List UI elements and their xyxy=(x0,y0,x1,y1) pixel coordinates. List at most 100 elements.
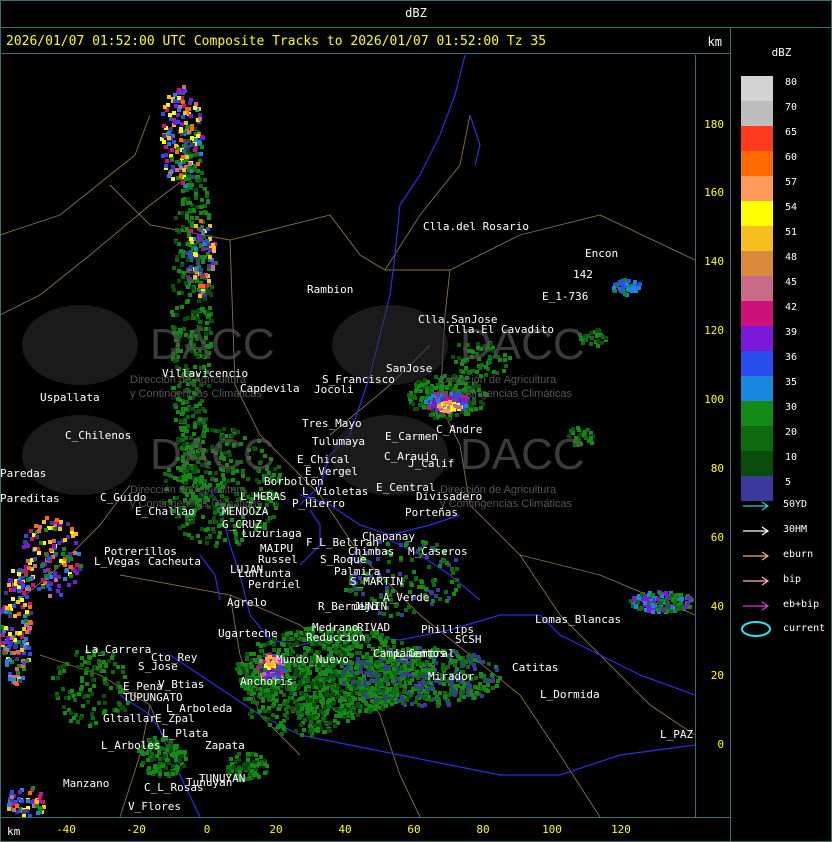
echo-pixel xyxy=(282,637,286,641)
unit-header-label: dBZ xyxy=(405,6,427,20)
y-tick-label: 160 xyxy=(704,186,724,199)
echo-pixel xyxy=(297,685,301,689)
echo-pixel xyxy=(355,651,359,655)
dbz-level: 45 xyxy=(741,276,803,301)
echo-pixel xyxy=(70,689,74,693)
department-border xyxy=(599,654,695,736)
echo-pixel xyxy=(24,637,28,641)
echo-pixel xyxy=(200,198,204,202)
echo-pixel xyxy=(378,667,382,671)
echo-pixel xyxy=(199,238,203,242)
echo-pixel xyxy=(402,660,406,664)
echo-pixel xyxy=(168,113,172,117)
echo-pixel xyxy=(194,138,198,142)
echo-pixel xyxy=(385,690,389,694)
echo-pixel xyxy=(479,400,483,404)
echo-pixel xyxy=(286,705,290,709)
place-label: Agrelo xyxy=(227,596,267,609)
place-label: L_Central xyxy=(395,647,455,660)
echo-pixel xyxy=(319,694,323,698)
echo-pixel xyxy=(175,313,179,317)
echo-pixel xyxy=(67,583,71,587)
echo-pixel xyxy=(375,660,379,664)
echo-pixel xyxy=(335,690,339,694)
echo-pixel xyxy=(65,555,69,559)
echo-pixel xyxy=(491,679,495,683)
echo-pixel xyxy=(436,588,440,592)
track-legend-item: 50YD xyxy=(741,496,831,516)
echo-pixel xyxy=(336,695,340,699)
echo-pixel xyxy=(177,108,181,112)
arrow-icon xyxy=(743,576,770,586)
echo-pixel xyxy=(4,591,8,595)
echo-pixel xyxy=(340,704,344,708)
place-label: Mirador xyxy=(428,670,475,683)
place-label: Divisadero xyxy=(416,490,483,503)
echo-pixel xyxy=(190,536,194,540)
echo-pixel xyxy=(266,688,270,692)
echo-pixel xyxy=(438,691,442,695)
echo-pixel xyxy=(205,536,209,540)
echo-pixel xyxy=(491,686,495,690)
echo-pixel xyxy=(334,714,338,718)
echo-pixel xyxy=(277,648,281,652)
echo-pixel xyxy=(37,529,41,533)
echo-pixel xyxy=(30,800,34,804)
echo-pixel xyxy=(688,605,692,609)
echo-pixel xyxy=(173,753,177,757)
watermark-emblem xyxy=(22,415,138,495)
echo-pixel xyxy=(186,197,190,201)
echo-pixel xyxy=(386,569,390,573)
echo-pixel xyxy=(310,734,314,738)
dbz-swatch xyxy=(741,401,773,426)
place-label: SanJose xyxy=(386,362,433,375)
echo-pixel xyxy=(669,609,673,613)
echo-pixel xyxy=(22,627,26,631)
echo-pixel xyxy=(281,725,285,729)
echo-pixel xyxy=(212,530,216,534)
echo-pixel xyxy=(44,528,48,532)
echo-pixel xyxy=(326,700,330,704)
radar-map[interactable]: DACC Dirección de Agricultura y Contingenc… xyxy=(0,55,696,817)
echo-pixel xyxy=(26,559,30,563)
echo-pixel xyxy=(84,671,88,675)
echo-pixel xyxy=(191,143,195,147)
echo-pixel xyxy=(384,704,388,708)
echo-pixel xyxy=(182,168,186,172)
echo-pixel xyxy=(5,606,9,610)
dbz-swatch xyxy=(741,276,773,301)
x-tick-label: -40 xyxy=(56,823,76,836)
echo-pixel xyxy=(417,690,421,694)
echo-pixel xyxy=(208,520,212,524)
dbz-level: 39 xyxy=(741,326,803,351)
dbz-level-label: 5 xyxy=(785,477,792,488)
echo-pixel xyxy=(400,673,404,677)
echo-pixel xyxy=(65,568,69,572)
current-legend-item: current xyxy=(741,620,831,640)
echo-pixel xyxy=(274,506,278,510)
echo-pixel xyxy=(405,672,409,676)
place-label: L_Vegas xyxy=(94,555,141,568)
echo-pixel xyxy=(120,705,124,709)
echo-pixel xyxy=(85,667,89,671)
echo-pixel xyxy=(293,692,297,696)
echo-pixel xyxy=(347,714,351,718)
echo-pixel xyxy=(16,671,20,675)
echo-pixel xyxy=(5,663,9,667)
echo-pixel xyxy=(171,772,175,776)
echo-pixel xyxy=(187,107,191,111)
echo-pixel xyxy=(586,334,590,338)
department-border xyxy=(0,114,151,236)
echo-pixel xyxy=(73,580,77,584)
echo-pixel xyxy=(452,592,456,596)
echo-pixel xyxy=(391,679,395,683)
current-legend-label: current xyxy=(783,623,826,634)
echo-pixel xyxy=(394,604,398,608)
echo-pixel xyxy=(417,673,421,677)
echo-pixel xyxy=(177,96,181,100)
echo-pixel xyxy=(28,652,32,656)
dbz-level-label: 10 xyxy=(785,452,798,463)
echo-pixel xyxy=(196,162,200,166)
echo-pixel xyxy=(163,105,167,109)
echo-pixel xyxy=(175,168,179,172)
